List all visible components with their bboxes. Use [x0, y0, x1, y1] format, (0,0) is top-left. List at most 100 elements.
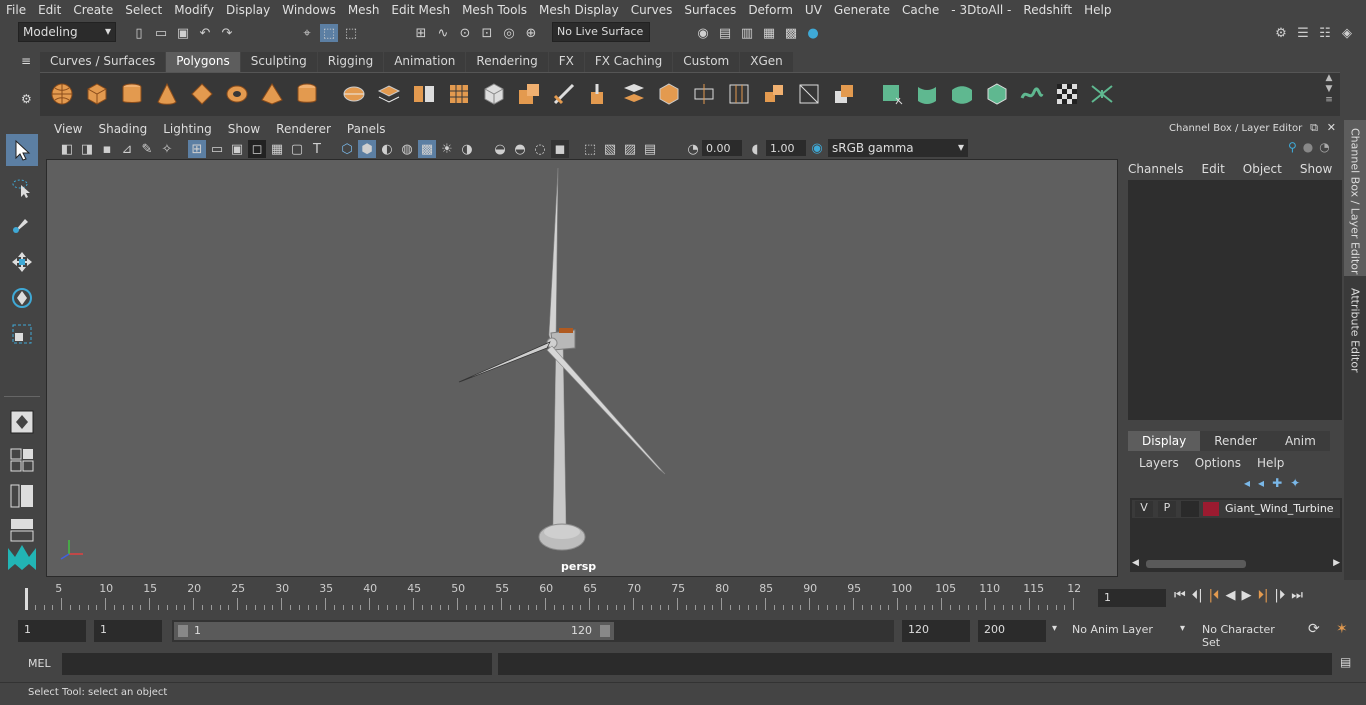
extrude-icon[interactable]	[587, 82, 611, 106]
resolution-gate-icon[interactable]: ▣	[228, 140, 246, 158]
current-frame-marker[interactable]	[25, 588, 28, 610]
script-editor-icon[interactable]: ▤	[1340, 655, 1351, 669]
channel-box-icon[interactable]: ◈	[1338, 24, 1356, 42]
colorspace-dropdown[interactable]: sRGB gamma ▾	[828, 139, 968, 157]
snap-grid-icon[interactable]: ⊞	[412, 24, 430, 42]
playback-start-field[interactable]: 1	[94, 620, 162, 642]
shelf-tab-curves-surfaces[interactable]: Curves / Surfaces	[40, 52, 166, 72]
unfold-icon[interactable]	[1090, 82, 1114, 106]
separate-icon[interactable]	[377, 82, 401, 106]
shadows-icon[interactable]: ◑	[458, 140, 476, 158]
layer-menu-layers[interactable]: Layers	[1139, 456, 1179, 470]
float-icon[interactable]: ⧉	[1310, 121, 1318, 135]
menu-edit-mesh[interactable]: Edit Mesh	[385, 3, 456, 17]
paint-select-tool[interactable]	[6, 208, 38, 240]
layer-row[interactable]: V P Giant_Wind_Turbine	[1132, 500, 1340, 518]
anim-layer-dropdown[interactable]: No Anim Layer	[1066, 620, 1176, 642]
menu-cache[interactable]: Cache	[896, 3, 945, 17]
extract-icon[interactable]	[517, 82, 541, 106]
step-forward-frame-icon[interactable]: ⏵|	[1257, 588, 1268, 603]
animation-prefs-icon[interactable]: ✶	[1336, 621, 1348, 637]
scroll-right-icon[interactable]: ▶	[1333, 558, 1340, 568]
hierarchy-mode-icon[interactable]: ⌖	[298, 24, 316, 42]
depth-of-field-icon[interactable]: ◼	[551, 140, 569, 158]
snap-point-icon[interactable]: ⊙	[456, 24, 474, 42]
channel-menu-channels[interactable]: Channels	[1128, 162, 1184, 176]
redshift-icon[interactable]: ●	[804, 24, 822, 42]
snap-surface-icon[interactable]: ◎	[500, 24, 518, 42]
shelf-tab-rendering[interactable]: Rendering	[466, 52, 548, 72]
append-icon[interactable]	[692, 82, 716, 106]
channel-menu-object[interactable]: Object	[1243, 162, 1282, 176]
safe-action-icon[interactable]: ▢	[288, 140, 306, 158]
tool-settings-icon[interactable]: ☷	[1316, 24, 1334, 42]
chevron-down-icon[interactable]: ▾	[1180, 623, 1185, 634]
layer-tab-anim[interactable]: Anim	[1270, 431, 1330, 451]
play-forward-icon[interactable]: ▶	[1241, 588, 1251, 603]
snap-pivot-icon[interactable]: ⊕	[522, 24, 540, 42]
poly-plane-icon[interactable]	[190, 82, 214, 106]
mirror-icon[interactable]	[412, 82, 436, 106]
channel-menu-edit[interactable]: Edit	[1202, 162, 1225, 176]
channel-menu-show[interactable]: Show	[1300, 162, 1332, 176]
wireframe-on-shaded-icon[interactable]: ◍	[398, 140, 416, 158]
planar-uv-icon[interactable]	[880, 82, 904, 106]
xray-components-icon[interactable]: ▤	[641, 140, 659, 158]
perspective-viewport[interactable]: persp	[46, 159, 1118, 577]
menu-3dtoall[interactable]: - 3DtoAll -	[945, 3, 1017, 17]
render-view-icon[interactable]: ▥	[738, 24, 756, 42]
viewport-menu-view[interactable]: View	[46, 122, 90, 136]
viewport-menu-show[interactable]: Show	[220, 122, 268, 136]
range-slider-handle[interactable]: 1 120	[174, 622, 614, 640]
menu-windows[interactable]: Windows	[276, 3, 342, 17]
bridge-icon[interactable]	[622, 82, 646, 106]
attribute-editor-icon[interactable]: ☰	[1294, 24, 1312, 42]
gear-icon[interactable]: ⚙	[21, 92, 32, 106]
auto-key-icon[interactable]: ⟳	[1308, 621, 1320, 637]
menu-file[interactable]: File	[0, 3, 32, 17]
scene-start-field[interactable]: 1	[18, 620, 86, 642]
layer-menu-options[interactable]: Options	[1195, 456, 1241, 470]
go-to-end-icon[interactable]: ⏭	[1291, 588, 1303, 603]
target-weld-icon[interactable]	[797, 82, 821, 106]
poly-pyramid-icon[interactable]	[260, 82, 284, 106]
color-management-icon[interactable]: ◉	[808, 139, 826, 157]
menu-generate[interactable]: Generate	[828, 3, 896, 17]
automatic-uv-icon[interactable]	[985, 82, 1009, 106]
four-view-layout[interactable]	[6, 444, 38, 476]
chevron-down-icon[interactable]: ▾	[1052, 623, 1057, 634]
shelf-tab-xgen[interactable]: XGen	[740, 52, 793, 72]
select-tool[interactable]	[6, 134, 38, 166]
menu-select[interactable]: Select	[119, 3, 168, 17]
range-end-grip[interactable]	[600, 625, 610, 637]
layer-tab-render[interactable]: Render	[1200, 431, 1271, 451]
render-settings-icon[interactable]: ◉	[694, 24, 712, 42]
step-back-key-icon[interactable]: ⏴|	[1192, 588, 1203, 603]
layer-type-toggle[interactable]	[1181, 501, 1199, 517]
menu-mesh[interactable]: Mesh	[342, 3, 386, 17]
wireframe-icon[interactable]: ⬡	[338, 140, 356, 158]
layer-scrollbar[interactable]: ◀ ▶	[1132, 558, 1340, 570]
menu-create[interactable]: Create	[67, 3, 119, 17]
xray-joints-icon[interactable]: ▨	[621, 140, 639, 158]
outliner-layout[interactable]	[6, 480, 38, 512]
shelf-tab-polygons[interactable]: Polygons	[166, 52, 240, 72]
poly-cone-icon[interactable]	[155, 82, 179, 106]
multisample-aa-icon[interactable]: ◌	[531, 140, 549, 158]
menu-help[interactable]: Help	[1078, 3, 1117, 17]
hypershade-icon[interactable]: ▩	[782, 24, 800, 42]
snap-curve-icon[interactable]: ∿	[434, 24, 452, 42]
key-icon[interactable]: ⚲	[1288, 140, 1297, 154]
uv-editor-icon[interactable]	[1020, 82, 1044, 106]
live-surface-field[interactable]: No Live Surface	[552, 22, 650, 42]
render-frame-icon[interactable]: ▤	[716, 24, 734, 42]
scale-tool[interactable]	[6, 318, 38, 350]
shelf-menu-icon[interactable]: ≡	[21, 54, 31, 68]
bookmark-icon[interactable]: ▪	[98, 140, 116, 158]
screen-space-ao-icon[interactable]: ◒	[491, 140, 509, 158]
menu-surfaces[interactable]: Surfaces	[678, 3, 742, 17]
layer-tab-display[interactable]: Display	[1128, 431, 1201, 451]
scroll-left-icon[interactable]: ◀	[1132, 558, 1139, 568]
gate-mask-icon[interactable]: ◻	[248, 140, 266, 158]
layer-playback-toggle[interactable]: P	[1158, 501, 1176, 517]
